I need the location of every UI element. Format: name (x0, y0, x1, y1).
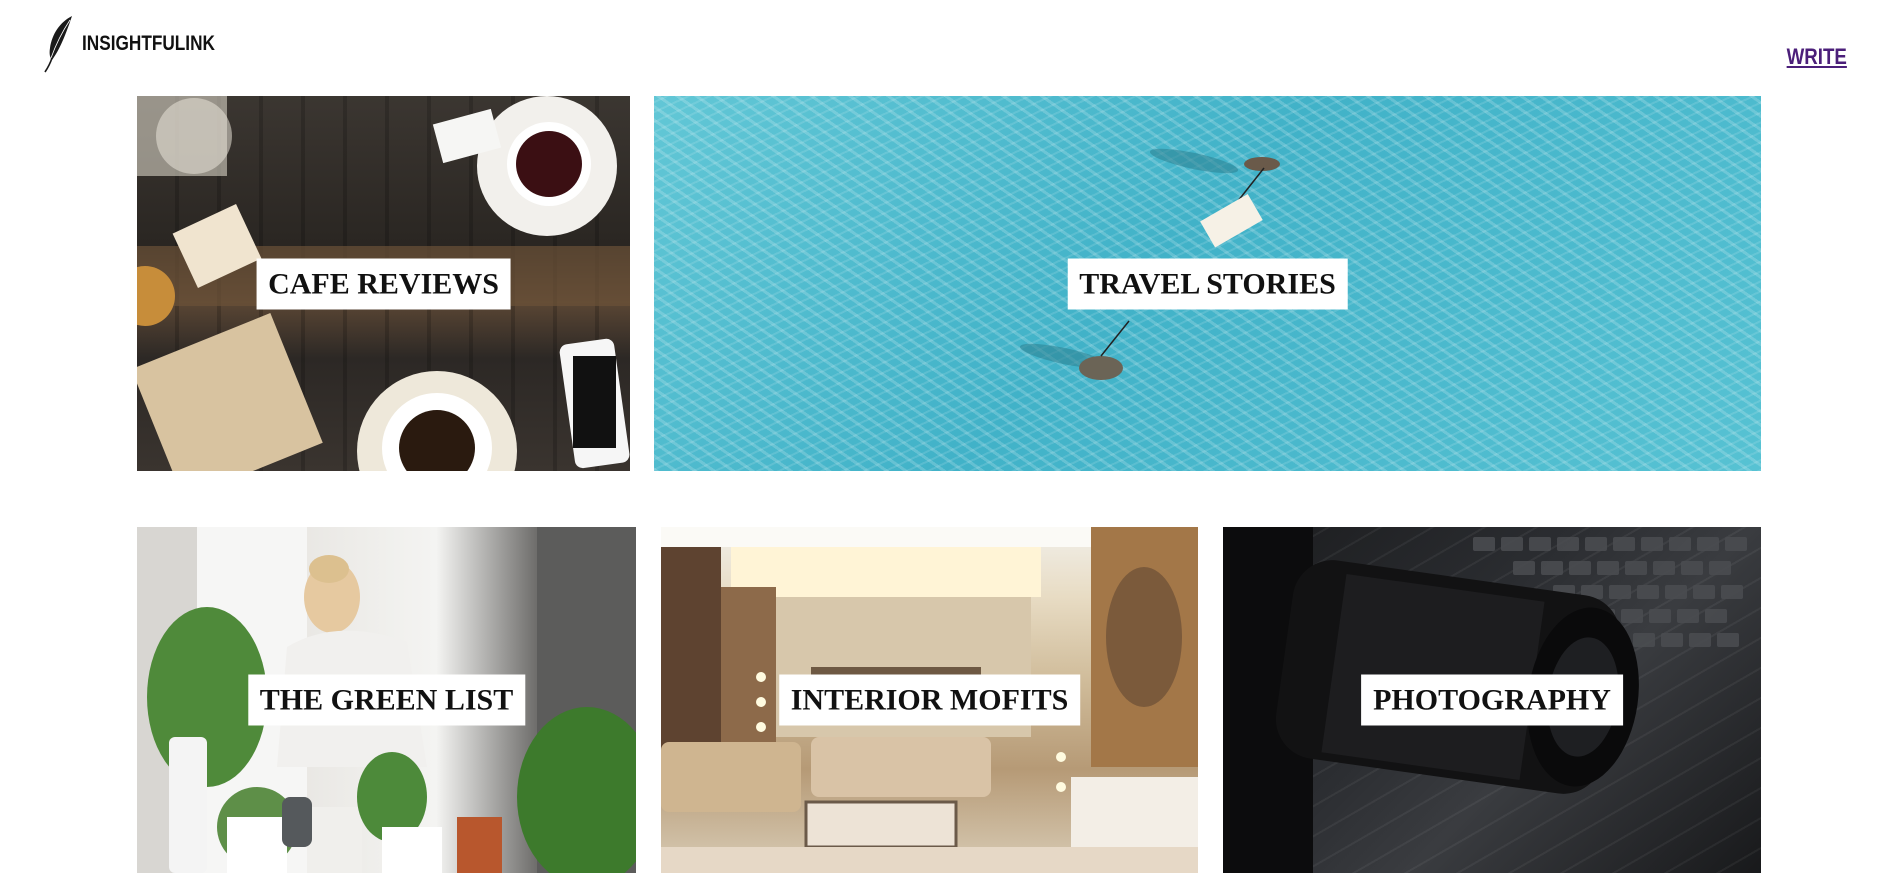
category-label: CAFE REVIEWS (256, 258, 511, 309)
category-tile-cafe-reviews[interactable]: CAFE REVIEWS (137, 96, 630, 471)
category-label: THE GREEN LIST (247, 674, 526, 726)
category-tile-interior-mofits[interactable]: INTERIOR MOFITS (661, 527, 1198, 873)
category-label: PHOTOGRAPHY (1361, 674, 1623, 726)
feather-quill-icon (42, 14, 76, 74)
brand-logo-link[interactable]: INSIGHTFULINK (42, 14, 244, 74)
brand-name: INSIGHTFULINK (82, 32, 215, 55)
category-tile-travel-stories[interactable]: TRAVEL STORIES (654, 96, 1761, 471)
category-tile-the-green-list[interactable]: THE GREEN LIST (137, 527, 636, 873)
write-link[interactable]: WRITE (1787, 44, 1847, 70)
category-label: INTERIOR MOFITS (778, 674, 1081, 726)
category-tile-photography[interactable]: PHOTOGRAPHY (1223, 527, 1761, 873)
site-header: INSIGHTFULINK WRITE (0, 0, 1889, 95)
category-label: TRAVEL STORIES (1067, 258, 1348, 309)
